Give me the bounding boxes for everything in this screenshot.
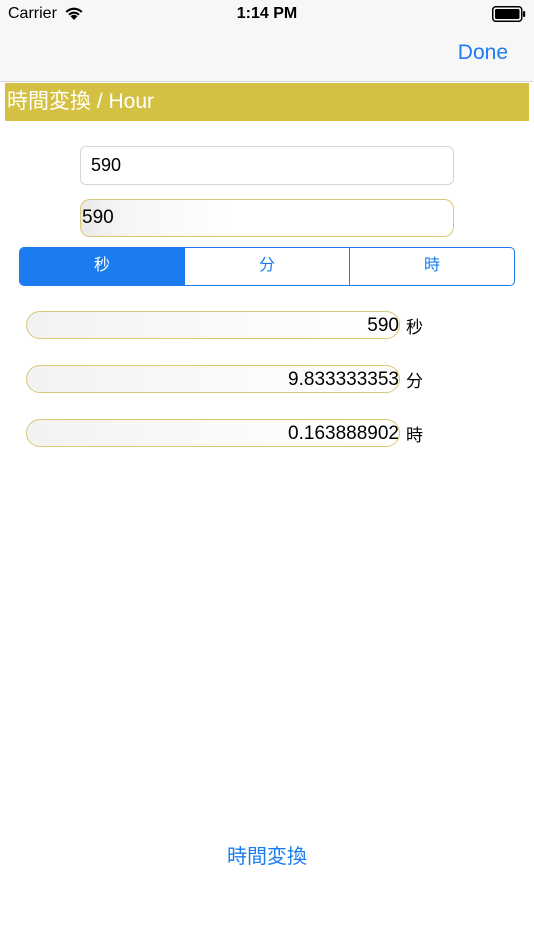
value-input[interactable]: 590 bbox=[80, 146, 454, 185]
battery-icon bbox=[492, 6, 526, 22]
done-button[interactable]: Done bbox=[458, 41, 508, 65]
segment-hours[interactable]: 時 bbox=[349, 248, 514, 285]
result-row-seconds: 590 秒 bbox=[26, 311, 466, 339]
segment-seconds[interactable]: 秒 bbox=[20, 248, 184, 285]
unit-label-seconds: 秒 bbox=[406, 318, 423, 337]
unit-segmented-control: 秒 分 時 bbox=[19, 247, 515, 286]
value-display-field[interactable]: 590 bbox=[80, 199, 454, 237]
result-field-seconds[interactable]: 590 bbox=[26, 311, 400, 339]
unit-label-minutes: 分 bbox=[406, 372, 423, 391]
result-field-minutes[interactable]: 9.833333353 bbox=[26, 365, 400, 393]
navigation-bar: Done bbox=[0, 28, 534, 82]
unit-label-hours: 時 bbox=[406, 426, 423, 445]
result-row-minutes: 9.833333353 分 bbox=[26, 365, 466, 393]
page-title: 時間変換 / Hour bbox=[5, 83, 529, 121]
convert-button[interactable]: 時間変換 bbox=[0, 840, 534, 869]
result-field-hours[interactable]: 0.163888902 bbox=[26, 419, 400, 447]
result-row-hours: 0.163888902 時 bbox=[26, 419, 466, 447]
clock: 1:14 PM bbox=[236, 5, 298, 22]
segment-minutes[interactable]: 分 bbox=[184, 248, 349, 285]
status-bar: Carrier 1:14 PM bbox=[0, 0, 534, 28]
